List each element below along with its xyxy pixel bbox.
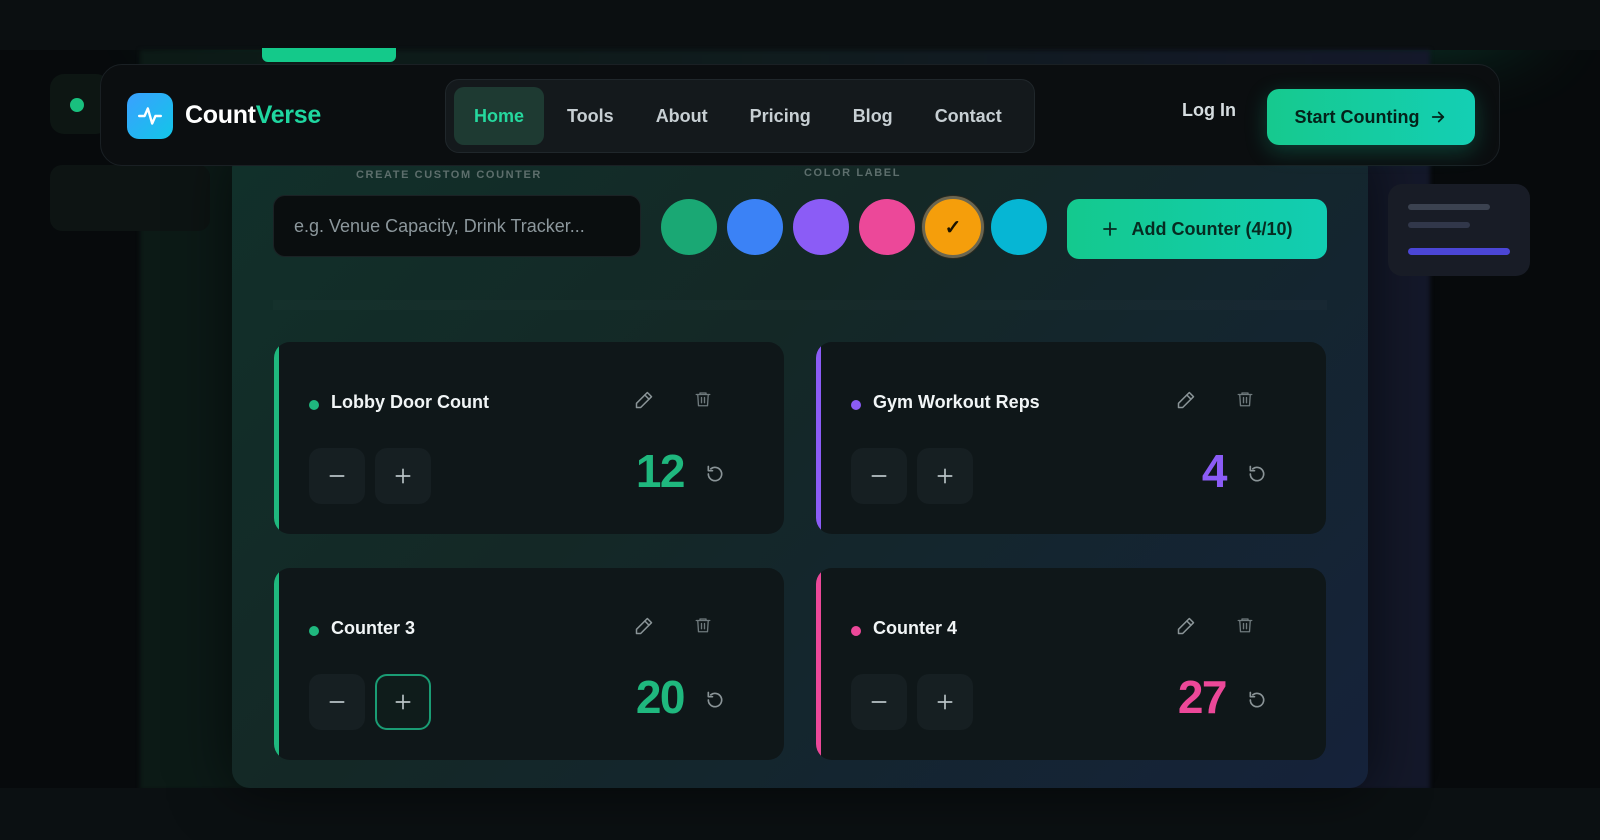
color-swatch-purple[interactable] — [793, 199, 849, 255]
start-counting-button[interactable]: Start Counting — [1267, 89, 1475, 145]
arrow-right-icon — [1429, 108, 1447, 126]
counter-name: Gym Workout Reps — [873, 392, 1040, 412]
counter-color-dot — [851, 626, 861, 636]
pencil-icon[interactable] — [634, 390, 658, 414]
logo-icon[interactable] — [127, 93, 173, 139]
increment-button[interactable] — [917, 448, 973, 504]
counter-value: 27 — [1177, 671, 1228, 723]
nav-links: Home Tools About Pricing Blog Contact — [445, 79, 1035, 153]
color-swatch-green[interactable] — [661, 199, 717, 255]
pencil-icon[interactable] — [1176, 616, 1200, 640]
counter-color-dot — [309, 400, 319, 410]
navbar: CountVerse Home Tools About Pricing Blog… — [100, 64, 1500, 166]
nav-link-pricing[interactable]: Pricing — [729, 87, 832, 145]
trash-icon[interactable] — [1236, 390, 1260, 414]
card-accent-bar — [816, 568, 821, 760]
trash-icon[interactable] — [694, 616, 718, 640]
counter-color-dot — [851, 400, 861, 410]
brand-name[interactable]: CountVerse — [185, 101, 321, 130]
card-accent-bar — [274, 342, 279, 534]
check-icon: ✓ — [944, 216, 962, 239]
color-swatch-orange[interactable]: ✓ — [922, 196, 984, 258]
decrement-button[interactable] — [309, 674, 365, 730]
brand-name-part2: Verse — [255, 101, 322, 129]
nav-link-blog[interactable]: Blog — [832, 87, 914, 145]
counter-card: Counter 3 20 — [274, 568, 784, 760]
counter-card: Gym Workout Reps 4 — [816, 342, 1326, 534]
counter-name: Counter 4 — [873, 618, 958, 638]
add-counter-button[interactable]: Add Counter (4/10) — [1067, 199, 1327, 259]
counter-name-input[interactable] — [273, 195, 641, 257]
card-accent-bar — [816, 342, 821, 534]
reset-icon[interactable] — [1247, 464, 1271, 488]
login-link[interactable]: Log In — [1182, 100, 1236, 121]
nav-link-about[interactable]: About — [635, 87, 729, 145]
add-counter-label: Add Counter (4/10) — [1131, 218, 1293, 239]
decrement-button[interactable] — [851, 674, 907, 730]
counter-name: Counter 3 — [331, 618, 416, 638]
side-preview-card — [1388, 184, 1530, 276]
status-dot — [70, 98, 84, 112]
pencil-icon[interactable] — [634, 616, 658, 640]
reset-icon[interactable] — [705, 464, 729, 488]
nav-link-contact[interactable]: Contact — [914, 87, 1023, 145]
plus-icon — [1101, 220, 1119, 238]
counter-card: Lobby Door Count 12 — [274, 342, 784, 534]
decrement-button[interactable] — [309, 448, 365, 504]
create-counter-label: CREATE CUSTOM COUNTER — [356, 169, 542, 181]
counter-card: Counter 4 27 — [816, 568, 1326, 760]
counter-value: 12 — [635, 445, 686, 497]
color-label-heading: COLOR LABEL — [804, 167, 902, 179]
nav-link-tools[interactable]: Tools — [546, 87, 635, 145]
nav-link-home[interactable]: Home — [454, 87, 545, 145]
counter-value: 4 — [1201, 445, 1228, 497]
decrement-button[interactable] — [851, 448, 907, 504]
color-swatch-blue[interactable] — [727, 199, 783, 255]
increment-button[interactable] — [917, 674, 973, 730]
counter-name: Lobby Door Count — [331, 392, 489, 412]
background-strip — [0, 788, 1600, 840]
brand-name-part1: Count — [185, 101, 256, 129]
ghost-widget — [50, 165, 210, 231]
color-swatch-cyan[interactable] — [991, 199, 1047, 255]
background-accent-bar — [262, 48, 396, 62]
reset-icon[interactable] — [705, 690, 729, 714]
card-accent-bar — [274, 568, 279, 760]
trash-icon[interactable] — [694, 390, 718, 414]
counter-value: 20 — [635, 671, 686, 723]
pencil-icon[interactable] — [1176, 390, 1200, 414]
divider — [273, 300, 1327, 310]
color-swatch-pink[interactable] — [859, 199, 915, 255]
increment-button[interactable] — [375, 448, 431, 504]
increment-button[interactable] — [375, 674, 431, 730]
trash-icon[interactable] — [1236, 616, 1260, 640]
background-strip — [0, 0, 1600, 50]
reset-icon[interactable] — [1247, 690, 1271, 714]
counter-color-dot — [309, 626, 319, 636]
start-counting-label: Start Counting — [1294, 106, 1420, 127]
